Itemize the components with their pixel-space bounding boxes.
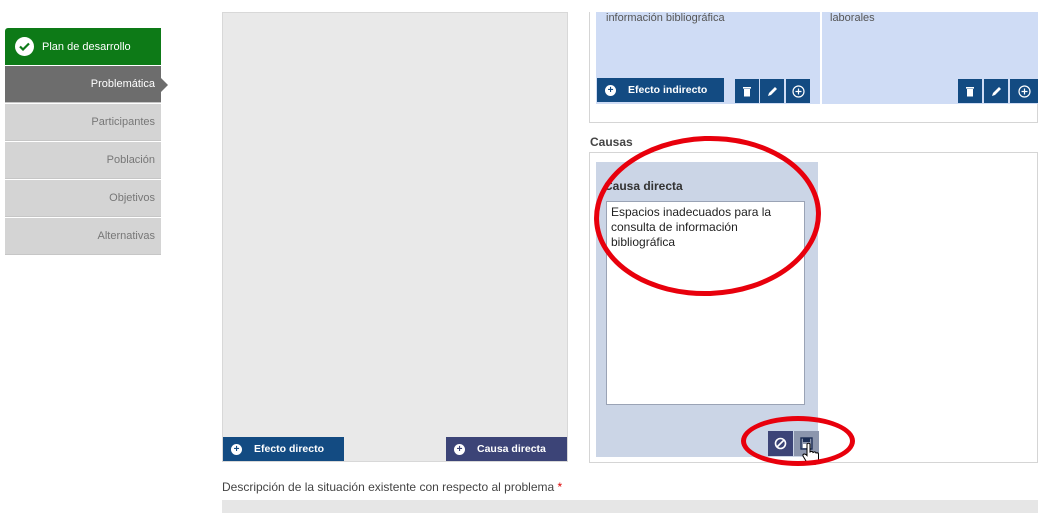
problem-tree-center-panel [222, 12, 568, 462]
nav-item-label: Alternativas [97, 230, 155, 242]
check-icon [15, 37, 34, 56]
add-causa-directa-button[interactable]: + Causa directa [446, 437, 567, 461]
effect-card-text: laborales [830, 12, 875, 24]
plus-circle-icon [1017, 84, 1031, 98]
nav-item-participantes[interactable]: Participantes [5, 104, 161, 141]
nav-item-alternativas[interactable]: Alternativas [5, 218, 161, 255]
plus-icon: + [454, 443, 465, 455]
button-label: Efecto directo [254, 443, 325, 455]
nav-item-poblacion[interactable]: Población [5, 142, 161, 179]
edit-button[interactable] [760, 79, 784, 103]
description-label: Descripción de la situación existente co… [222, 480, 562, 494]
required-mark: * [557, 480, 563, 494]
delete-button[interactable] [735, 79, 759, 103]
add-button[interactable] [1010, 79, 1038, 103]
button-label: Efecto indirecto [628, 84, 708, 96]
nav-item-label: Objetivos [109, 192, 155, 204]
nav-item-objetivos[interactable]: Objetivos [5, 180, 161, 217]
button-label: Causa directa [477, 443, 546, 455]
nav-item-label: Población [106, 154, 155, 166]
add-button[interactable] [786, 79, 810, 103]
trash-icon [743, 86, 751, 96]
pencil-icon [767, 86, 777, 96]
trash-icon [966, 86, 974, 96]
add-efecto-indirecto-button[interactable]: + Efecto indirecto [597, 78, 724, 102]
nav-item-problematica[interactable]: Problemática [5, 66, 168, 103]
plus-icon: + [231, 443, 242, 455]
add-efecto-directo-button[interactable]: + Efecto directo [223, 437, 344, 461]
effect-card-text: información bibliográfica [606, 12, 725, 24]
description-label-text: Descripción de la situación existente co… [222, 480, 555, 494]
nav-item-label: Participantes [91, 116, 155, 128]
delete-button[interactable] [958, 79, 982, 103]
edit-button[interactable] [984, 79, 1008, 103]
nav-item-label: Plan de desarrollo [42, 40, 131, 53]
pencil-icon [991, 86, 1001, 96]
causas-title: Causas [590, 135, 633, 149]
plus-circle-icon [791, 84, 805, 98]
description-textarea[interactable] [222, 500, 1038, 513]
nav-item-label: Problemática [90, 78, 155, 90]
plus-icon: + [605, 84, 616, 96]
annotation-circle [741, 416, 855, 466]
nav-item-plan-de-desarrollo[interactable]: Plan de desarrollo [5, 28, 161, 65]
